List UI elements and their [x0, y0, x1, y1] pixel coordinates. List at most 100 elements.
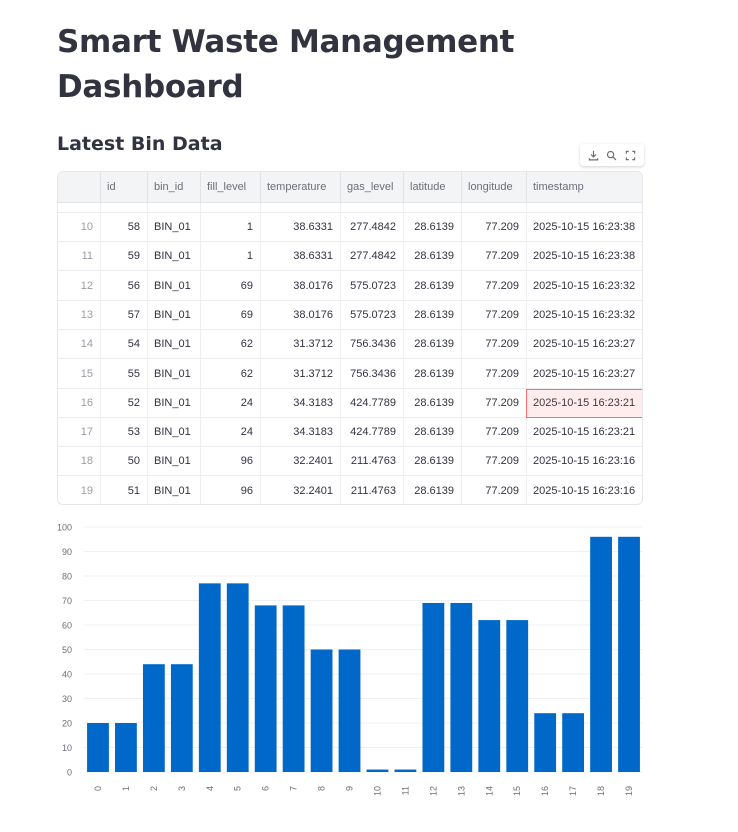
- cell-bin-id[interactable]: BIN_01: [147, 272, 200, 301]
- cell-id[interactable]: 51: [100, 477, 147, 504]
- cell-id[interactable]: 53: [100, 418, 147, 447]
- search-button[interactable]: [604, 147, 620, 163]
- cell-fill-level[interactable]: 62: [200, 330, 260, 359]
- fullscreen-button[interactable]: [623, 147, 639, 163]
- cell-fill-level[interactable]: 24: [200, 418, 260, 447]
- bar[interactable]: [534, 713, 557, 772]
- column-header-timestamp[interactable]: timestamp: [526, 172, 642, 203]
- cell-bin-id[interactable]: BIN_01: [147, 301, 200, 330]
- column-header-gas-level[interactable]: gas_level: [340, 172, 403, 203]
- cell-gas-level[interactable]: 277.4842: [340, 242, 403, 271]
- column-header-fill-level[interactable]: fill_level: [200, 172, 260, 203]
- bar[interactable]: [338, 649, 361, 773]
- cell-temperature[interactable]: 31.3712: [260, 360, 340, 389]
- cell-timestamp[interactable]: 2025-10-15 16:23:16: [526, 447, 642, 476]
- cell-bin-id[interactable]: BIN_01: [147, 447, 200, 476]
- cell-fill-level[interactable]: 96: [200, 477, 260, 504]
- selected-cell[interactable]: [526, 388, 642, 419]
- cell-timestamp[interactable]: 2025-10-15 16:23:38: [526, 242, 642, 271]
- cell-fill-level[interactable]: 1: [200, 242, 260, 271]
- fill-level-bar-chart[interactable]: 01020304050607080901000 1 2 3 4 5 6 7 8 9 10 11 12 13…: [57, 518, 647, 808]
- bar[interactable]: [198, 583, 221, 772]
- cell-row-index[interactable]: 13: [58, 301, 100, 330]
- bar[interactable]: [226, 583, 249, 772]
- column-header-temperature[interactable]: temperature: [260, 172, 340, 203]
- cell-latitude[interactable]: 28.6139: [403, 272, 461, 301]
- cell-bin-id[interactable]: BIN_01: [147, 360, 200, 389]
- column-header-id[interactable]: id: [100, 172, 147, 203]
- cell-longitude[interactable]: 77.209: [461, 213, 526, 242]
- cell-fill-level[interactable]: 24: [200, 389, 260, 418]
- cell-id[interactable]: 58: [100, 213, 147, 242]
- cell-bin-id[interactable]: BIN_01: [147, 389, 200, 418]
- cell-id[interactable]: 57: [100, 301, 147, 330]
- cell-longitude[interactable]: 77.209: [461, 330, 526, 359]
- cell-longitude[interactable]: 77.209: [461, 418, 526, 447]
- table-row[interactable]: 11 59 BIN_01 1 38.6331 277.4842 28.6139 77.209 2…: [58, 242, 642, 272]
- cell-bin-id[interactable]: BIN_01: [147, 477, 200, 504]
- column-header-latitude[interactable]: latitude: [403, 172, 461, 203]
- cell-longitude[interactable]: 77.209: [461, 477, 526, 504]
- cell-gas-level[interactable]: 575.0723: [340, 272, 403, 301]
- cell-timestamp[interactable]: 2025-10-15 16:23:27: [526, 360, 642, 389]
- table-row[interactable]: 17 53 BIN_01 24 34.3183 424.7789 28.6139 77.209…: [58, 418, 642, 448]
- cell-row-index[interactable]: 11: [58, 242, 100, 271]
- table-row[interactable]: 10 58 BIN_01 1 38.6331 277.4842 28.6139 77.209 2…: [58, 213, 642, 242]
- cell-longitude[interactable]: 77.209: [461, 242, 526, 271]
- cell-row-index[interactable]: 15: [58, 360, 100, 389]
- cell-gas-level[interactable]: 424.7789: [340, 389, 403, 418]
- cell-latitude[interactable]: 28.6139: [403, 213, 461, 242]
- table-row[interactable]: 18 50 BIN_01 96 32.2401 211.4763 28.6139 77.209…: [58, 447, 642, 477]
- column-header-row-index[interactable]: [58, 172, 100, 203]
- cell-id[interactable]: 54: [100, 330, 147, 359]
- cell-longitude[interactable]: 77.209: [461, 389, 526, 418]
- cell-fill-level[interactable]: 69: [200, 301, 260, 330]
- bar[interactable]: [115, 723, 137, 772]
- table-row[interactable]: 19 51 BIN_01 96 32.2401 211.4763 28.6139 77.209…: [58, 477, 642, 504]
- cell-longitude[interactable]: 77.209: [461, 301, 526, 330]
- cell-temperature[interactable]: 38.0176: [260, 272, 340, 301]
- cell-fill-level[interactable]: 96: [200, 447, 260, 476]
- bar[interactable]: [422, 602, 445, 772]
- cell-temperature[interactable]: 38.0176: [260, 301, 340, 330]
- cell-gas-level[interactable]: 277.4842: [340, 213, 403, 242]
- cell-gas-level[interactable]: 424.7789: [340, 418, 403, 447]
- bar[interactable]: [478, 620, 501, 772]
- cell-gas-level[interactable]: 211.4763: [340, 447, 403, 476]
- cell-gas-level[interactable]: 211.4763: [340, 477, 403, 504]
- bar[interactable]: [394, 769, 417, 772]
- cell-row-index[interactable]: 19: [58, 477, 100, 504]
- cell-longitude[interactable]: 77.209: [461, 360, 526, 389]
- cell-row-index[interactable]: 18: [58, 447, 100, 476]
- bar[interactable]: [562, 713, 585, 772]
- bar[interactable]: [87, 723, 109, 772]
- cell-temperature[interactable]: 34.3183: [260, 389, 340, 418]
- cell-latitude[interactable]: 28.6139: [403, 447, 461, 476]
- column-header-longitude[interactable]: longitude: [461, 172, 526, 203]
- bar[interactable]: [282, 605, 305, 772]
- cell-id[interactable]: 52: [100, 389, 147, 418]
- cell-temperature[interactable]: 34.3183: [260, 418, 340, 447]
- cell-timestamp[interactable]: 2025-10-15 16:23:27: [526, 330, 642, 359]
- cell-longitude[interactable]: 77.209: [461, 272, 526, 301]
- bar[interactable]: [450, 602, 473, 772]
- cell-fill-level[interactable]: 62: [200, 360, 260, 389]
- bar[interactable]: [506, 620, 529, 772]
- cell-id[interactable]: 59: [100, 242, 147, 271]
- cell-latitude[interactable]: 28.6139: [403, 477, 461, 504]
- table-row[interactable]: 12 56 BIN_01 69 38.0176 575.0723 28.6139 77.209…: [58, 272, 642, 301]
- table-row[interactable]: 13 57 BIN_01 69 38.0176 575.0723 28.6139 77.209…: [58, 301, 642, 330]
- cell-bin-id[interactable]: BIN_01: [147, 418, 200, 447]
- cell-id[interactable]: 56: [100, 272, 147, 301]
- cell-latitude[interactable]: 28.6139: [403, 389, 461, 418]
- bar[interactable]: [618, 536, 640, 772]
- cell-row-index[interactable]: 16: [58, 389, 100, 418]
- download-button[interactable]: [585, 147, 601, 163]
- cell-gas-level[interactable]: 756.3436: [340, 360, 403, 389]
- cell-bin-id[interactable]: BIN_01: [147, 242, 200, 271]
- cell-row-index[interactable]: 12: [58, 272, 100, 301]
- cell-timestamp[interactable]: 2025-10-15 16:23:21: [526, 418, 642, 447]
- cell-timestamp[interactable]: 2025-10-15 16:23:32: [526, 301, 642, 330]
- cell-gas-level[interactable]: 756.3436: [340, 330, 403, 359]
- cell-latitude[interactable]: 28.6139: [403, 242, 461, 271]
